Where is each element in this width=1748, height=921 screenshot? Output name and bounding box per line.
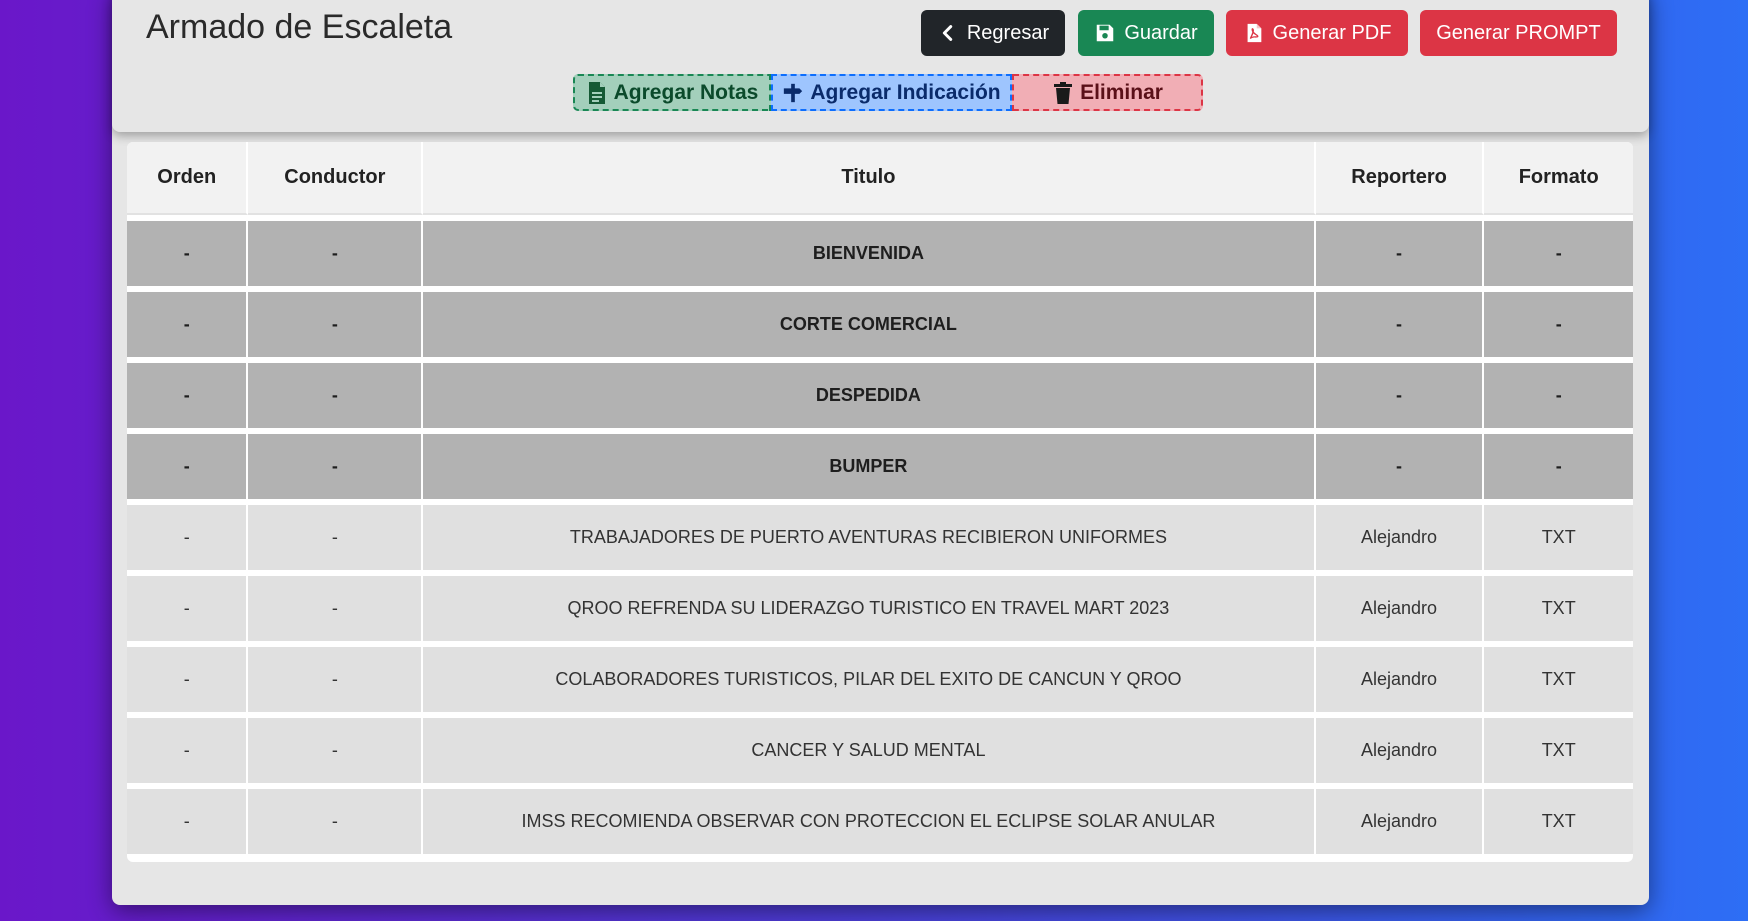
cell-orden: - — [127, 499, 249, 570]
generate-pdf-button[interactable]: Generar PDF — [1226, 10, 1408, 56]
cell-reportero: Alejandro — [1315, 783, 1485, 854]
cell-titulo: DESPEDIDA — [423, 357, 1316, 428]
cell-formato: - — [1484, 428, 1633, 499]
cell-orden: - — [127, 357, 249, 428]
cell-orden: - — [127, 428, 249, 499]
cell-orden: - — [127, 712, 249, 783]
cell-titulo: CANCER Y SALUD MENTAL — [423, 712, 1316, 783]
cell-titulo: QROO REFRENDA SU LIDERAZGO TURISTICO EN … — [423, 570, 1316, 641]
cell-titulo: BIENVENIDA — [423, 215, 1316, 286]
cell-conductor: - — [248, 215, 424, 286]
page-title: Armado de Escaleta — [146, 8, 453, 46]
column-header-formato[interactable]: Formato — [1484, 142, 1633, 215]
cell-reportero: - — [1315, 215, 1485, 286]
floppy-disk-icon — [1097, 24, 1114, 42]
cell-orden: - — [127, 286, 249, 357]
cell-reportero: Alejandro — [1315, 570, 1485, 641]
cell-titulo: CORTE COMERCIAL — [423, 286, 1316, 357]
table-row[interactable]: - - CANCER Y SALUD MENTAL Alejandro TXT — [127, 712, 1633, 783]
cell-reportero: Alejandro — [1315, 712, 1485, 783]
cell-formato: TXT — [1484, 499, 1633, 570]
cell-conductor: - — [248, 783, 424, 854]
save-button[interactable]: Guardar — [1078, 10, 1214, 56]
cell-reportero: - — [1315, 286, 1485, 357]
table-row[interactable]: - - IMSS RECOMIENDA OBSERVAR CON PROTECCIO… — [127, 783, 1633, 854]
document-icon — [588, 81, 605, 104]
cell-conductor: - — [248, 357, 424, 428]
cell-formato: TXT — [1484, 783, 1633, 854]
cell-reportero: - — [1315, 357, 1485, 428]
generate-pdf-label: Generar PDF — [1272, 21, 1392, 44]
cell-orden: - — [127, 783, 249, 854]
cell-conductor: - — [248, 286, 424, 357]
generate-prompt-label: Generar PROMPT — [1436, 21, 1601, 44]
cell-titulo: COLABORADORES TURISTICOS, PILAR DEL EXIT… — [423, 641, 1316, 712]
add-indication-button[interactable]: Agregar Indicación — [771, 74, 1012, 111]
pdf-file-icon — [1247, 23, 1261, 43]
column-header-titulo[interactable]: Titulo — [423, 142, 1316, 215]
add-notes-button[interactable]: Agregar Notas — [573, 74, 771, 111]
section-row[interactable]: - - BIENVENIDA - - — [127, 215, 1633, 286]
cell-formato: - — [1484, 357, 1633, 428]
column-header-orden[interactable]: Orden — [127, 142, 249, 215]
back-button[interactable]: Regresar — [921, 10, 1065, 56]
cell-formato: TXT — [1484, 712, 1633, 783]
cell-formato: TXT — [1484, 570, 1633, 641]
cell-orden: - — [127, 215, 249, 286]
column-header-reportero[interactable]: Reportero — [1315, 142, 1485, 215]
delete-button[interactable]: Eliminar — [1012, 74, 1203, 111]
table-header-row: Orden Conductor Titulo Reportero Formato — [127, 142, 1633, 215]
generate-prompt-button[interactable]: Generar PROMPT — [1420, 10, 1617, 56]
table-row[interactable]: - - COLABORADORES TURISTICOS, PILAR DEL EX… — [127, 641, 1633, 712]
chevron-left-icon — [942, 25, 953, 41]
escaleta-table: Orden Conductor Titulo Reportero Formato… — [127, 142, 1633, 854]
cell-conductor: - — [248, 499, 424, 570]
cell-titulo: IMSS RECOMIENDA OBSERVAR CON PROTECCION … — [423, 783, 1316, 854]
add-indication-label: Agregar Indicación — [810, 80, 1001, 104]
table-body: - - BIENVENIDA - - - - CORTE COMERCIAL - - - - DESPE… — [127, 215, 1633, 854]
section-row[interactable]: - - BUMPER - - — [127, 428, 1633, 499]
cell-orden: - — [127, 641, 249, 712]
save-button-label: Guardar — [1124, 21, 1198, 44]
cell-titulo: BUMPER — [423, 428, 1316, 499]
back-button-label: Regresar — [966, 21, 1050, 44]
cell-formato: - — [1484, 286, 1633, 357]
cell-formato: - — [1484, 215, 1633, 286]
cell-titulo: TRABAJADORES DE PUERTO AVENTURAS RECIBIE… — [423, 499, 1316, 570]
delete-label: Eliminar — [1080, 80, 1163, 104]
cell-reportero: Alejandro — [1315, 641, 1485, 712]
page-header: Armado de Escaleta Regresar Guardar Gene… — [112, 0, 1649, 132]
table-row[interactable]: - - QROO REFRENDA SU LIDERAZGO TURISTICO E… — [127, 570, 1633, 641]
cell-conductor: - — [248, 712, 424, 783]
cell-reportero: - — [1315, 428, 1485, 499]
cell-reportero: Alejandro — [1315, 499, 1485, 570]
table-row[interactable]: - - TRABAJADORES DE PUERTO AVENTURAS RECIB… — [127, 499, 1633, 570]
cell-conductor: - — [248, 570, 424, 641]
escaleta-table-container: Orden Conductor Titulo Reportero Formato… — [127, 142, 1633, 862]
section-row[interactable]: - - CORTE COMERCIAL - - — [127, 286, 1633, 357]
main-panel: Armado de Escaleta Regresar Guardar Gene… — [112, 0, 1649, 905]
add-notes-label: Agregar Notas — [613, 80, 759, 104]
cell-conductor: - — [248, 428, 424, 499]
cell-orden: - — [127, 570, 249, 641]
cell-conductor: - — [248, 641, 424, 712]
column-header-conductor[interactable]: Conductor — [248, 142, 424, 215]
trash-icon — [1054, 81, 1073, 104]
cell-formato: TXT — [1484, 641, 1633, 712]
section-row[interactable]: - - DESPEDIDA - - — [127, 357, 1633, 428]
signpost-icon — [784, 83, 803, 102]
